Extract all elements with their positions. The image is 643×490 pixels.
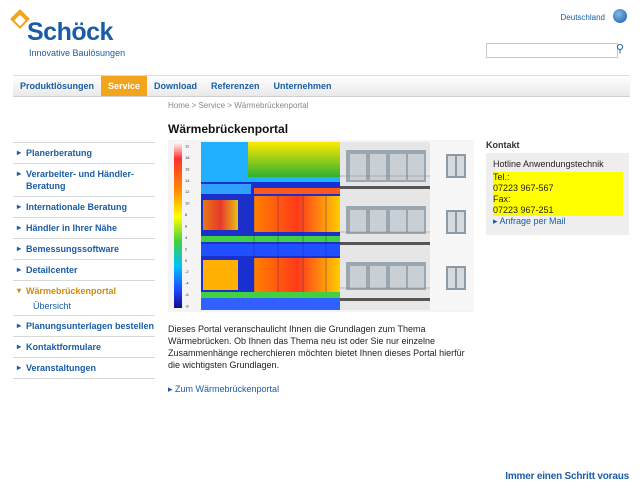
description-text: Dieses Portal veranschaulicht Ihnen die … [168, 324, 465, 370]
nav-download[interactable]: Download [147, 76, 204, 96]
fax-label: Fax: [493, 194, 623, 205]
sidebar-item-verarbeiter[interactable]: Verarbeiter- und Händler-Beratung [13, 164, 155, 197]
sidebar-item-bemessungssoftware[interactable]: Bemessungssoftware [13, 239, 155, 260]
contact-heading: Kontakt [486, 140, 520, 150]
portal-link-label[interactable]: Zum Wärmebrückenportal [175, 384, 279, 394]
nav-unternehmen[interactable]: Unternehmen [267, 76, 339, 96]
thermal-image: 11 18 16 14 12 10 8 6 4 2 0 -2 -4 -6 -8 [168, 140, 474, 312]
logo[interactable]: Schöck [27, 20, 113, 45]
nav-produktloesungen[interactable]: Produktlösungen [13, 76, 101, 96]
scale-tick-label: 0 [185, 258, 188, 263]
search-input[interactable] [486, 43, 618, 58]
nav-service[interactable]: Service [101, 76, 148, 96]
scale-tick-label: 10 [185, 201, 190, 206]
tel-number: 07223 967-567 [493, 183, 623, 194]
page-title: Wärmebrückenportal [168, 122, 289, 136]
scale-tick-label: -2 [185, 269, 189, 274]
sidebar-item-kontaktformulare[interactable]: Kontaktformulare [13, 337, 155, 358]
scale-tick-label: 18 [185, 155, 190, 160]
nav-referenzen[interactable]: Referenzen [204, 76, 267, 96]
portal-link[interactable]: ▸ Zum Wärmebrückenportal [168, 384, 279, 395]
scale-tick-label: 4 [185, 235, 188, 240]
sidebar-item-detailcenter[interactable]: Detailcenter [13, 260, 155, 281]
mail-link[interactable]: ▸ Anfrage per Mail [493, 216, 629, 227]
tel-label: Tel.: [493, 172, 623, 183]
contact-box: Hotline Anwendungstechnik Tel.: 07223 96… [486, 153, 629, 235]
sidebar-item-planerberatung[interactable]: Planerberatung [13, 142, 155, 164]
scale-tick-label: 8 [185, 212, 188, 217]
sidebar-item-veranstaltungen[interactable]: Veranstaltungen [13, 358, 155, 379]
sidebar-item-planungsunterlagen[interactable]: Planungsunterlagen bestellen [13, 316, 155, 337]
scale-tick-label: 14 [185, 178, 190, 183]
scale-tick-label: -6 [185, 292, 189, 297]
scale-tick-label: 6 [185, 224, 188, 229]
country-selector[interactable]: Deutschland [561, 13, 605, 22]
main-nav: Produktlösungen Service Download Referen… [13, 75, 630, 97]
globe-icon[interactable] [613, 9, 627, 23]
temperature-scale-bar [174, 142, 182, 308]
sidebar-item-internationale[interactable]: Internationale Beratung [13, 197, 155, 218]
scale-tick-label: -4 [185, 281, 189, 286]
fax-number: 07223 967-251 [493, 205, 623, 216]
scale-tick-label: 11 [185, 144, 190, 149]
logo-tagline: Innovative Baulösungen [29, 48, 126, 58]
sidebar: Planerberatung Verarbeiter- und Händler-… [13, 142, 155, 379]
mail-link-label[interactable]: Anfrage per Mail [500, 216, 566, 226]
sidebar-item-haendler[interactable]: Händler in Ihrer Nähe [13, 218, 155, 239]
sidebar-subitem-uebersicht[interactable]: Übersicht [13, 301, 155, 316]
search-icon[interactable]: ⚲ [613, 43, 627, 56]
scale-tick-label: -8 [185, 304, 189, 309]
breadcrumb[interactable]: Home > Service > Wärmebrückenportal [168, 101, 309, 110]
sidebar-item-waermebrueckenportal[interactable]: Wärmebrückenportal [13, 281, 155, 301]
scale-tick-label: 2 [185, 246, 188, 251]
hotline-label: Hotline Anwendungstechnik [493, 159, 604, 169]
scale-tick-label: 12 [185, 189, 190, 194]
footer-slogan: Immer einen Schritt voraus [505, 471, 629, 482]
scale-tick-label: 16 [185, 166, 190, 171]
